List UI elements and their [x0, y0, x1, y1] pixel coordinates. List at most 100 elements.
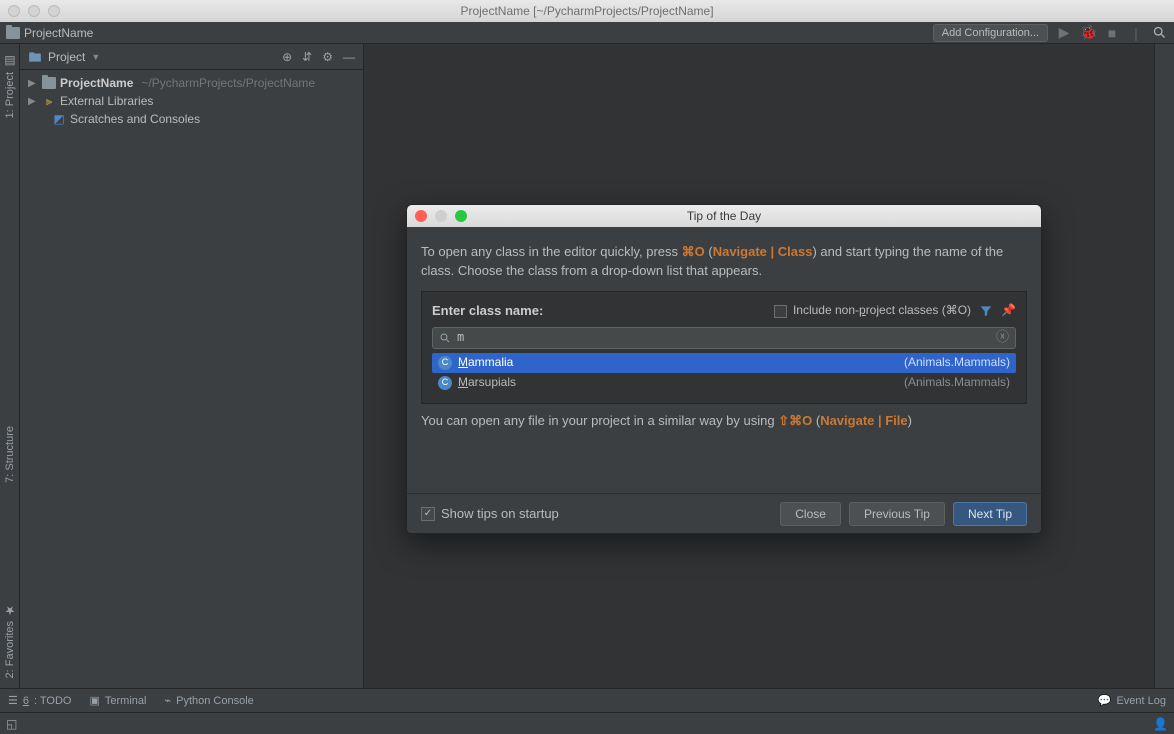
breadcrumb-label: ProjectName [24, 26, 93, 40]
run-icon[interactable]: ▶ [1056, 24, 1072, 41]
python-icon: ⌁ [164, 694, 171, 707]
next-tip-button[interactable]: Next Tip [953, 502, 1027, 526]
tip-text-segment: You can open any file in your project in… [421, 413, 778, 428]
tip-text-segment: ( [705, 244, 713, 259]
chevron-right-icon[interactable]: ▶ [28, 96, 38, 107]
tree-scratches-label: Scratches and Consoles [70, 112, 200, 126]
folder-icon: ▤ [3, 54, 17, 68]
folder-icon [42, 77, 56, 89]
pin-icon[interactable]: 📌 [1001, 302, 1016, 319]
bottom-event-log[interactable]: 💬 Event Log [1098, 694, 1166, 707]
dialog-close-icon[interactable] [415, 210, 427, 222]
tip-text-segment: To open any class in the editor quickly,… [421, 244, 682, 259]
locate-icon[interactable]: ⊕ [282, 50, 292, 64]
tip-screenshot: Enter class name: Include non-project cl… [421, 291, 1027, 404]
chevron-down-icon: ▼ [91, 52, 100, 62]
project-header-label: Project [48, 50, 85, 64]
macos-titlebar: ProjectName [~/PycharmProjects/ProjectNa… [0, 0, 1174, 22]
keyboard-shortcut: ⇧⌘O [778, 413, 812, 428]
chevron-right-icon[interactable]: ▶ [28, 78, 38, 89]
window-min-icon[interactable] [28, 5, 40, 17]
navigation-bar: ProjectName Add Configuration... ▶ 🐞 ■ | [0, 22, 1174, 44]
hide-icon[interactable]: — [343, 50, 355, 64]
show-tips-checkbox[interactable]: ✓ Show tips on startup [421, 506, 559, 521]
close-button[interactable]: Close [780, 502, 841, 526]
dialog-footer: ✓ Show tips on startup Close Previous Ti… [407, 493, 1041, 533]
tree-root-row[interactable]: ▶ ProjectName ~/PycharmProjects/ProjectN… [20, 74, 363, 92]
scratches-icon: ◩ [52, 112, 66, 126]
status-bar: ◱ 👤 [0, 712, 1174, 734]
menu-path-link: Navigate | Class [713, 244, 813, 259]
terminal-icon: ▣ [90, 694, 100, 707]
tree-external-libs-label: External Libraries [60, 94, 153, 108]
class-icon: C [438, 356, 452, 370]
bottom-pyconsole-label: Python Console [176, 695, 254, 707]
search-results: C Mammalia (Animals.Mammals) C Marsupial… [432, 353, 1016, 393]
library-icon: ⫸ [42, 94, 56, 109]
list-item[interactable]: C Mammalia (Animals.Mammals) [432, 353, 1016, 373]
search-icon [439, 332, 451, 344]
gear-icon[interactable]: ⚙ [322, 50, 333, 64]
window-close-icon[interactable] [8, 5, 20, 17]
gutter-favorites[interactable]: 2: Favorites ★ [3, 603, 17, 678]
bottom-todo-label: : TODO [34, 695, 72, 707]
divider: | [1128, 25, 1144, 41]
gutter-project[interactable]: 1: Project ▤ [3, 54, 17, 118]
result-name: Mammalia [458, 354, 513, 371]
dialog-titlebar: Tip of the Day [407, 205, 1041, 227]
bottom-tool-bar: ☰ 6: TODO ▣ Terminal ⌁ Python Console 💬 … [0, 688, 1174, 712]
tree-root-path: ~/PycharmProjects/ProjectName [141, 76, 315, 90]
tree-external-libs-row[interactable]: ▶ ⫸ External Libraries [20, 92, 363, 110]
tool-window-toggle-icon[interactable]: ◱ [6, 717, 17, 731]
bottom-terminal-label: Terminal [105, 695, 147, 707]
left-tool-gutter: 1: Project ▤ 7: Structure 2: Favorites ★ [0, 44, 20, 688]
gutter-structure[interactable]: 7: Structure [4, 426, 16, 483]
search-input-value: m [457, 329, 990, 346]
gutter-favorites-label: 2: Favorites [4, 621, 16, 678]
gutter-project-label: 1: Project [4, 72, 16, 118]
folder-icon [6, 27, 20, 39]
project-header: Project ▼ ⊕ ⇵ ⚙ — [20, 44, 363, 70]
include-label: Include non-project classes (⌘O) [793, 302, 971, 319]
class-icon: C [438, 376, 452, 390]
collapse-icon[interactable]: ⇵ [302, 50, 312, 64]
project-tree[interactable]: ▶ ProjectName ~/PycharmProjects/ProjectN… [20, 70, 363, 132]
list-item[interactable]: C Marsupials (Animals.Mammals) [432, 373, 1016, 393]
debug-icon[interactable]: 🐞 [1080, 24, 1096, 41]
search-input[interactable]: m ⓧ [432, 327, 1016, 349]
search-everywhere-icon[interactable] [1152, 25, 1168, 40]
project-icon [28, 51, 42, 63]
tip-of-day-dialog: Tip of the Day To open any class in the … [406, 204, 1042, 534]
tip-text-1: To open any class in the editor quickly,… [421, 243, 1027, 281]
breadcrumb[interactable]: ProjectName [6, 26, 93, 40]
filter-icon[interactable] [979, 304, 993, 318]
checkbox-icon [774, 305, 787, 318]
add-configuration-button[interactable]: Add Configuration... [933, 24, 1048, 42]
bottom-todo[interactable]: ☰ 6: TODO [8, 694, 72, 707]
result-location: (Animals.Mammals) [904, 374, 1010, 391]
tip-text-segment: ) [908, 413, 912, 428]
hector-icon[interactable]: 👤 [1153, 717, 1168, 731]
window-max-icon[interactable] [48, 5, 60, 17]
dialog-title: Tip of the Day [407, 209, 1041, 223]
clear-input-icon[interactable]: ⓧ [996, 328, 1009, 347]
dialog-min-icon [435, 210, 447, 222]
keyboard-shortcut: ⌘O [682, 244, 705, 259]
gutter-structure-label: 7: Structure [4, 426, 16, 483]
bottom-terminal[interactable]: ▣ Terminal [90, 694, 147, 707]
event-log-icon: 💬 [1098, 694, 1112, 707]
tip-text-2: You can open any file in your project in… [421, 412, 1027, 431]
bottom-python-console[interactable]: ⌁ Python Console [164, 694, 253, 707]
tree-root-name: ProjectName [60, 76, 133, 90]
project-tool-window: Project ▼ ⊕ ⇵ ⚙ — ▶ ProjectName ~/Pychar… [20, 44, 364, 688]
include-non-project-checkbox[interactable]: Include non-project classes (⌘O) [774, 302, 971, 319]
result-name: Marsupials [458, 374, 516, 391]
previous-tip-button[interactable]: Previous Tip [849, 502, 945, 526]
project-view-dropdown[interactable]: Project ▼ [28, 50, 100, 64]
dialog-max-icon[interactable] [455, 210, 467, 222]
tree-scratches-row[interactable]: ◩ Scratches and Consoles [20, 110, 363, 128]
stop-icon[interactable]: ■ [1104, 25, 1120, 41]
dialog-body: To open any class in the editor quickly,… [407, 227, 1041, 493]
result-location: (Animals.Mammals) [904, 354, 1010, 371]
checkbox-icon: ✓ [421, 507, 435, 521]
